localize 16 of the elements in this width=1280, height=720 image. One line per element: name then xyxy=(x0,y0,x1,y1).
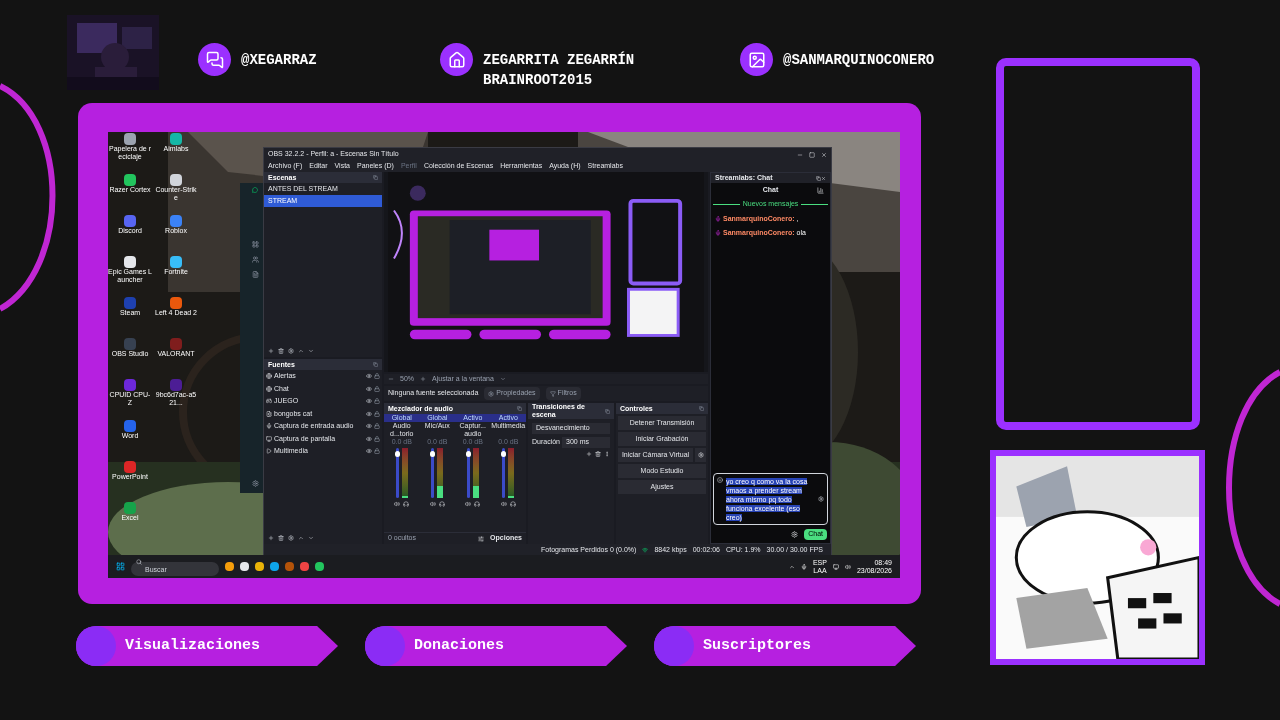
home-icon xyxy=(440,43,473,76)
chevron-up-icon xyxy=(788,563,795,570)
network-icon xyxy=(832,563,839,570)
microphone-icon xyxy=(800,563,807,570)
stat-label: Donaciones xyxy=(414,635,504,656)
volume-icon xyxy=(844,563,851,570)
social-handle: @XEGARRAZ xyxy=(241,51,317,70)
search-icon xyxy=(136,558,142,565)
social-handle: @SANMARQUINOCONERO xyxy=(783,51,935,70)
social-handle: ZEGARRITA ZEGARRÍN xyxy=(483,50,635,70)
image-icon xyxy=(740,43,773,76)
windows-start-icon xyxy=(116,562,125,571)
social-handle: BRAINROOT2015 xyxy=(483,71,594,90)
stat-label: Visualizaciones xyxy=(125,635,261,656)
stat-label: Suscriptores xyxy=(703,635,812,656)
chat-bubbles-icon xyxy=(198,43,231,76)
